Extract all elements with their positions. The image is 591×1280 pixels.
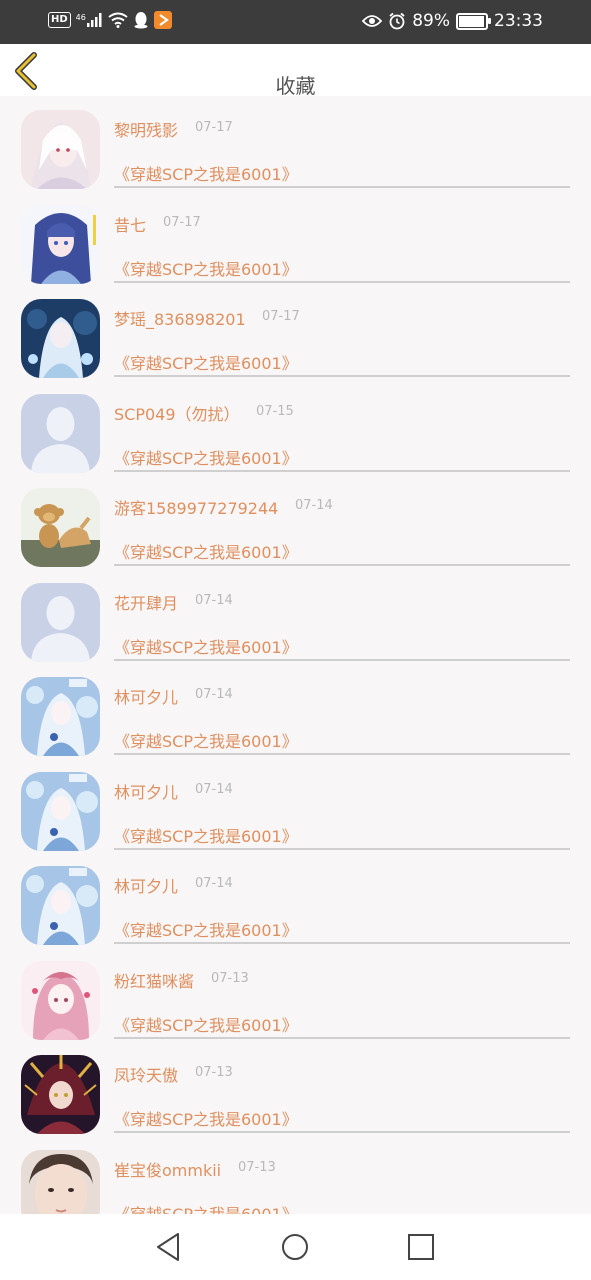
navigation-bar [0,1214,591,1280]
date: 07-14 [195,876,233,891]
favorite-item[interactable]: 梦瑶_836898201 07-17 《穿越SCP之我是6001》 [0,285,591,380]
username: 林可夕儿 [114,782,179,802]
username: 黎明残影 [114,121,179,140]
battery-percent: 89% [412,11,450,31]
favorite-item[interactable]: 凤玲天傲 07-13 《穿越SCP之我是6001》 [0,1041,591,1136]
page-title: 收藏 [275,74,316,98]
book-title-link[interactable]: 《穿越SCP之我是6001》 [114,917,298,941]
book-title-link[interactable]: 《穿越SCP之我是6001》 [114,539,298,563]
date: 07-13 [195,1065,233,1080]
date: 07-17 [262,309,300,324]
divider [114,1131,570,1133]
date: 07-17 [163,214,201,230]
book-title-link[interactable]: 《穿越SCP之我是6001》 [114,1012,298,1036]
alarm-icon [389,12,405,30]
book-title-link[interactable]: 《穿越SCP之我是6001》 [114,1106,298,1130]
signal-label: 46 [75,13,86,22]
username: 林可夕儿 [114,877,179,896]
favorite-item[interactable]: 花开肆月 07-14 《穿越SCP之我是6001》 [0,569,591,664]
divider [114,753,570,755]
divider [114,1036,570,1039]
book-title-link[interactable]: 《穿越SCP之我是6001》 [114,728,298,752]
qq-icon [134,12,148,29]
divider [114,469,570,472]
book-title-link[interactable]: 《穿越SCP之我是6001》 [114,350,298,374]
username: 梦瑶_836898201 [114,310,246,329]
date: 07-17 [195,120,233,135]
signal-icon: 46 [76,13,103,27]
book-title-link[interactable]: 《穿越SCP之我是6001》 [114,634,298,658]
app-notification-icon [153,11,172,29]
divider [114,942,570,944]
avatar[interactable] [21,771,100,851]
divider [114,375,570,377]
nav-home-icon[interactable] [278,1230,312,1264]
book-title-link[interactable]: 《穿越SCP之我是6001》 [114,445,298,469]
avatar[interactable] [21,393,100,473]
date: 07-15 [256,403,294,419]
username: SCP049（勿扰） [114,404,240,424]
username: 游客1589977279244 [114,499,279,518]
avatar[interactable] [21,677,100,756]
book-title-link[interactable]: 《穿越SCP之我是6001》 [114,1201,298,1215]
header: 收藏 [0,44,591,98]
favorite-item[interactable]: 游客1589977279244 07-14 《穿越SCP之我是6001》 [0,474,591,569]
nav-recent-apps-icon[interactable] [404,1230,438,1264]
avatar[interactable] [21,960,100,1040]
divider [114,564,570,566]
favorite-item[interactable]: 林可夕儿 07-14 《穿越SCP之我是6001》 [0,758,591,853]
battery-icon [456,12,491,30]
favorite-item[interactable]: 黎明残影 07-17 《穿越SCP之我是6001》 [0,96,591,191]
username: 凤玲天傲 [114,1066,179,1085]
avatar[interactable] [21,488,100,567]
wifi-icon [108,12,128,28]
avatar[interactable] [21,866,100,945]
favorite-item[interactable]: 昔七 07-17 《穿越SCP之我是6001》 [0,191,591,286]
divider [114,186,570,188]
username: 花开肆月 [114,593,179,613]
divider [114,847,570,850]
username: 昔七 [114,215,147,235]
date: 07-14 [195,781,233,797]
favorite-item[interactable]: 林可夕儿 07-14 《穿越SCP之我是6001》 [0,663,591,758]
favorite-item[interactable]: 崔宝俊ommkii 07-13 《穿越SCP之我是6001》 [0,1136,591,1215]
favorite-item[interactable]: 粉红猫咪酱 07-13 《穿越SCP之我是6001》 [0,947,591,1042]
hd-icon: HD [48,12,71,28]
book-title-link[interactable]: 《穿越SCP之我是6001》 [114,161,298,185]
divider [114,280,570,283]
date: 07-13 [238,1159,276,1175]
clock: 23:33 [494,11,543,31]
avatar[interactable] [21,110,100,189]
date: 07-14 [195,687,233,702]
eye-icon [362,15,383,27]
favorite-item[interactable]: 林可夕儿 07-14 《穿越SCP之我是6001》 [0,852,591,947]
book-title-link[interactable]: 《穿越SCP之我是6001》 [114,256,298,280]
favorites-list: 黎明残影 07-17 《穿越SCP之我是6001》 昔七 07-17 《穿越SCP之我是6… [0,96,591,1214]
divider [114,658,570,661]
avatar[interactable] [21,582,100,662]
date: 07-14 [295,498,333,513]
nav-back-icon[interactable] [152,1230,186,1264]
avatar[interactable] [21,299,100,378]
status-bar: HD 46 89% 23:33 [0,0,591,44]
date: 07-14 [195,592,233,608]
avatar[interactable] [21,204,100,284]
book-title-link[interactable]: 《穿越SCP之我是6001》 [114,823,298,847]
avatar[interactable] [21,1055,100,1134]
battery-fill [459,15,484,27]
username: 林可夕儿 [114,688,179,707]
avatar[interactable] [21,1149,100,1214]
username: 粉红猫咪酱 [114,971,195,991]
date: 07-13 [211,970,249,986]
username: 崔宝俊ommkii [114,1160,222,1180]
favorite-item[interactable]: SCP049（勿扰） 07-15 《穿越SCP之我是6001》 [0,380,591,475]
